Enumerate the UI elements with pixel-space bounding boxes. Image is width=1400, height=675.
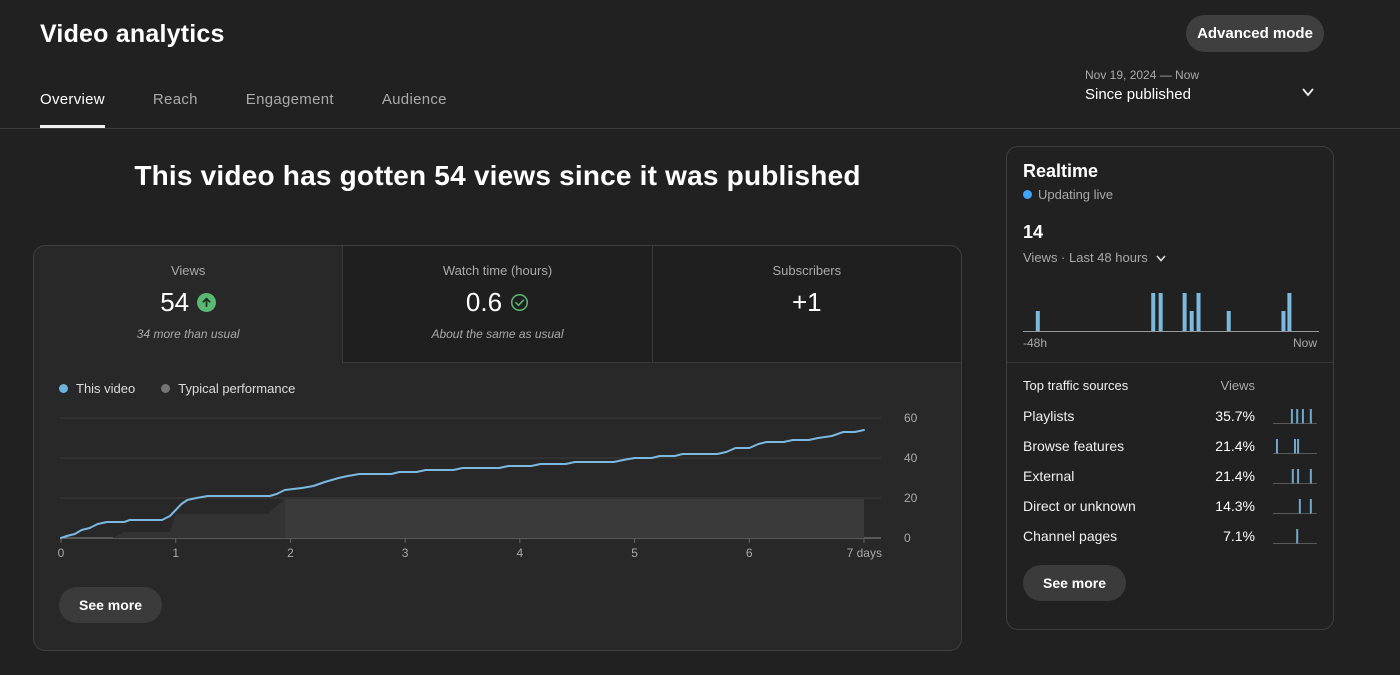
sparkline: [1273, 406, 1317, 426]
traffic-table-header: Top traffic sources Views: [1023, 375, 1317, 395]
svg-text:2: 2: [287, 546, 294, 560]
traffic-table: Playlists 35.7% Browse features 21.4% Ex…: [1023, 401, 1317, 551]
svg-text:1: 1: [172, 546, 179, 560]
header-divider: [0, 128, 1400, 129]
subscribers-value: +1: [792, 287, 822, 318]
metric-tab-subscribers[interactable]: Subscribers +1: [652, 246, 961, 363]
realtime-metric-selector[interactable]: Views · Last 48 hours: [1023, 250, 1317, 265]
svg-text:7 days: 7 days: [847, 546, 882, 560]
metric-tab-watch-time[interactable]: Watch time (hours) 0.6 About the same as…: [342, 246, 651, 363]
analytics-tabs: Overview Reach Engagement Audience: [40, 85, 447, 128]
metric-tab-views[interactable]: Views 54 34 more than usual: [34, 246, 342, 363]
table-row: Playlists 35.7%: [1023, 401, 1317, 431]
legend-typical-performance: Typical performance: [161, 381, 295, 396]
views-note: 34 more than usual: [34, 327, 342, 341]
updating-live-label: Updating live: [1038, 187, 1113, 202]
svg-text:3: 3: [402, 546, 409, 560]
views-value: 54: [160, 287, 189, 318]
svg-text:20: 20: [904, 491, 918, 505]
realtime-title: Realtime: [1023, 161, 1317, 182]
chart-legend: This video Typical performance: [59, 381, 961, 396]
section-divider: [1007, 362, 1333, 363]
chevron-down-icon[interactable]: [1154, 251, 1168, 265]
watch-time-note: About the same as usual: [343, 327, 651, 341]
legend-this-video: This video: [59, 381, 135, 396]
tab-reach[interactable]: Reach: [153, 85, 198, 128]
metric-tabs: Views 54 34 more than usual Watch time (…: [34, 246, 961, 363]
summary-headline: This video has gotten 54 views since it …: [33, 160, 962, 192]
chevron-down-icon[interactable]: [1297, 81, 1319, 103]
blue-dot-icon: [59, 384, 68, 393]
overview-card: Views 54 34 more than usual Watch time (…: [33, 245, 962, 651]
sparkline: [1273, 436, 1317, 456]
tab-engagement[interactable]: Engagement: [246, 85, 334, 128]
date-preset-text: Since published: [1085, 86, 1325, 103]
trend-up-icon: [197, 293, 216, 312]
views-line-chart: 0 20 40 60 0 1 2 3 4 5 6 7 days: [34, 401, 962, 566]
axis-right-label: Now: [1293, 336, 1317, 350]
svg-text:6: 6: [746, 546, 753, 560]
svg-text:40: 40: [904, 451, 918, 465]
axis-left-label: -48h: [1023, 336, 1047, 350]
check-circle-icon: [510, 293, 529, 312]
svg-text:60: 60: [904, 411, 918, 425]
realtime-views-value: 14: [1023, 222, 1317, 243]
table-row: Browse features 21.4%: [1023, 431, 1317, 461]
svg-text:0: 0: [58, 546, 65, 560]
realtime-card: Realtime Updating live 14 Views · Last 4…: [1006, 146, 1334, 630]
sparkline: [1273, 466, 1317, 486]
table-row: Channel pages 7.1%: [1023, 521, 1317, 551]
see-more-button[interactable]: See more: [59, 587, 162, 623]
date-range-text: Nov 19, 2024 — Now: [1085, 68, 1325, 82]
table-row: External 21.4%: [1023, 461, 1317, 491]
see-more-button[interactable]: See more: [1023, 565, 1126, 601]
gray-dot-icon: [161, 384, 170, 393]
realtime-bar-chart: [1023, 287, 1319, 333]
sparkline: [1273, 526, 1317, 546]
date-range-picker[interactable]: Nov 19, 2024 — Now Since published: [1085, 68, 1325, 103]
svg-text:5: 5: [631, 546, 638, 560]
advanced-mode-button[interactable]: Advanced mode: [1186, 15, 1324, 52]
svg-text:0: 0: [904, 531, 911, 545]
svg-text:4: 4: [516, 546, 523, 560]
table-row: Direct or unknown 14.3%: [1023, 491, 1317, 521]
watch-time-value: 0.6: [466, 287, 502, 318]
live-dot-icon: [1023, 190, 1032, 199]
sparkline: [1273, 496, 1317, 516]
tab-overview[interactable]: Overview: [40, 85, 105, 128]
page-title: Video analytics: [40, 20, 225, 49]
tab-audience[interactable]: Audience: [382, 85, 447, 128]
